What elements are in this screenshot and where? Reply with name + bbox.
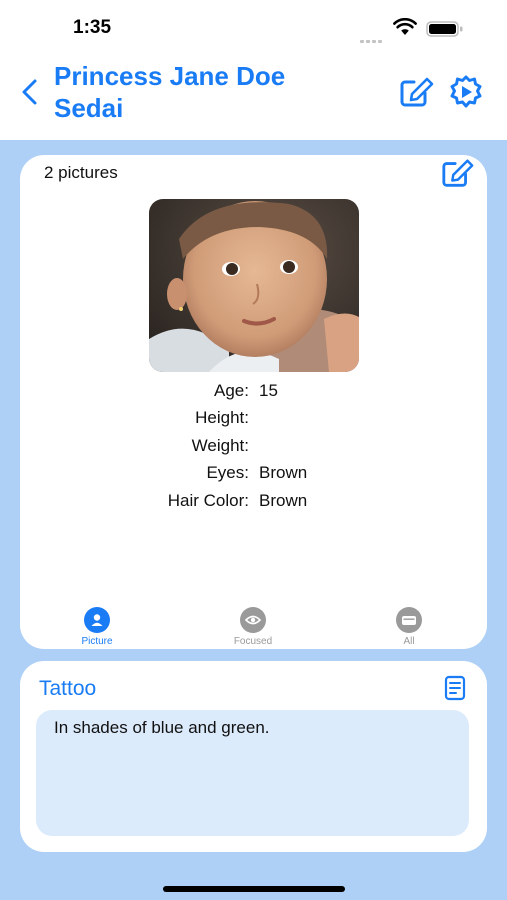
home-indicator	[163, 886, 345, 892]
tattoo-description[interactable]: In shades of blue and green.	[36, 710, 469, 836]
eye-circle-icon	[240, 607, 266, 633]
status-time: 1:35	[73, 17, 112, 38]
gear-icon	[450, 75, 482, 108]
navigation-bar: Princess Jane Doe Sedai	[0, 55, 507, 140]
cellular-signal-icon	[360, 30, 384, 48]
detail-value: Brown	[259, 490, 308, 510]
detail-row-weight: Weight:	[20, 432, 487, 460]
profile-details: Age: 15 Height: Weight: Eyes: Brown Hair…	[20, 377, 487, 515]
picture-count: 2 pictures	[44, 163, 118, 182]
tab-focused[interactable]: Focused	[203, 607, 303, 647]
document-text-icon	[444, 675, 466, 701]
square-pencil-icon	[442, 159, 474, 187]
tattoo-title: Tattoo	[39, 677, 97, 700]
detail-value: 15	[259, 380, 278, 400]
edit-pictures-button[interactable]	[441, 158, 475, 193]
cards-circle-icon	[396, 607, 422, 633]
view-tab-bar: Picture Focused All	[20, 607, 487, 649]
tab-all[interactable]: All	[359, 607, 459, 647]
battery-icon	[426, 21, 464, 42]
detail-label: Hair Color:	[167, 490, 249, 510]
detail-label: Age:	[214, 380, 249, 400]
tab-label: Picture	[81, 636, 113, 647]
tab-picture[interactable]: Picture	[47, 607, 147, 647]
chevron-left-icon	[22, 79, 37, 105]
settings-button[interactable]	[448, 75, 484, 114]
detail-row-hair-color: Hair Color: Brown	[20, 487, 487, 515]
tattoo-notes-button[interactable]	[444, 675, 466, 706]
wifi-icon	[393, 17, 417, 41]
detail-label: Eyes:	[206, 463, 249, 483]
profile-card: 2 pictures Age: 15 Height: Weight: Eyes:…	[20, 155, 487, 649]
detail-value: Brown	[259, 463, 308, 483]
edit-button[interactable]	[399, 77, 435, 112]
detail-row-height: Height:	[20, 405, 487, 433]
page-title: Princess Jane Doe Sedai	[54, 61, 286, 123]
detail-row-age: Age: 15	[20, 377, 487, 405]
detail-label: Height:	[195, 408, 249, 428]
tattoo-card: Tattoo In shades of blue and green.	[20, 661, 487, 852]
square-pencil-icon	[400, 77, 434, 107]
person-circle-icon	[84, 607, 110, 633]
detail-row-eyes: Eyes: Brown	[20, 460, 487, 488]
detail-label: Weight:	[191, 435, 249, 455]
tab-label: Focused	[233, 636, 273, 647]
profile-photo[interactable]	[149, 199, 359, 372]
tab-label: All	[403, 636, 415, 647]
back-button[interactable]	[18, 77, 42, 107]
status-bar: 1:35	[0, 0, 507, 55]
